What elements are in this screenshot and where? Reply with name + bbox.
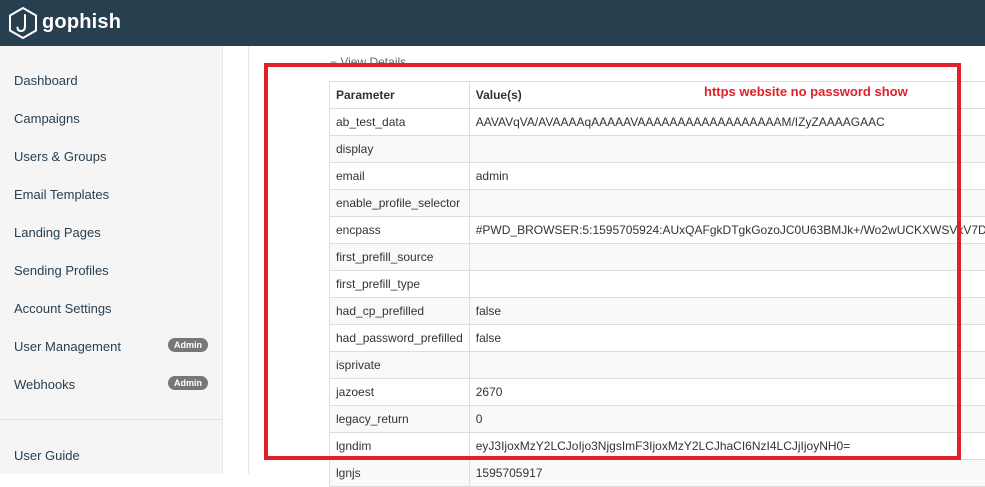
content-divider	[248, 46, 249, 474]
highlight-box	[264, 63, 961, 460]
sidebar-item-users-groups[interactable]: Users & Groups	[0, 145, 222, 169]
sidebar: Dashboard Campaigns Users & Groups Email…	[0, 46, 223, 474]
sidebar-item-user-management[interactable]: User Management Admin	[0, 335, 222, 359]
sidebar-item-account-settings[interactable]: Account Settings	[0, 297, 222, 321]
table-row: lgnjs1595705917	[330, 460, 985, 487]
sidebar-item-label: Users & Groups	[14, 149, 106, 164]
sidebar-divider	[0, 419, 222, 420]
value-cell: 1595705917	[469, 460, 985, 487]
sidebar-item-label: Landing Pages	[14, 225, 101, 240]
sidebar-item-campaigns[interactable]: Campaigns	[0, 107, 222, 131]
sidebar-item-label: User Management	[14, 339, 121, 354]
sidebar-item-label: Email Templates	[14, 187, 109, 202]
sidebar-item-dashboard[interactable]: Dashboard	[0, 69, 222, 93]
admin-badge: Admin	[168, 376, 208, 390]
sidebar-item-label: User Guide	[14, 448, 80, 463]
sidebar-item-label: Sending Profiles	[14, 263, 109, 278]
annotation-text: https website no password show	[704, 84, 908, 99]
admin-badge: Admin	[168, 338, 208, 352]
top-navbar: gophish	[0, 0, 985, 46]
sidebar-item-label: Account Settings	[14, 301, 112, 316]
sidebar-item-sending-profiles[interactable]: Sending Profiles	[0, 259, 222, 283]
sidebar-item-landing-pages[interactable]: Landing Pages	[0, 221, 222, 245]
sidebar-item-label: Webhooks	[14, 377, 75, 392]
sidebar-item-label: Campaigns	[14, 111, 80, 126]
sidebar-item-email-templates[interactable]: Email Templates	[0, 183, 222, 207]
sidebar-item-webhooks[interactable]: Webhooks Admin	[0, 373, 222, 397]
sidebar-item-user-guide[interactable]: User Guide	[0, 444, 222, 468]
sidebar-item-label: Dashboard	[14, 73, 78, 88]
hook-icon[interactable]	[8, 7, 38, 39]
brand-name[interactable]: gophish	[42, 11, 121, 34]
parameter-cell: lgnjs	[330, 460, 470, 487]
